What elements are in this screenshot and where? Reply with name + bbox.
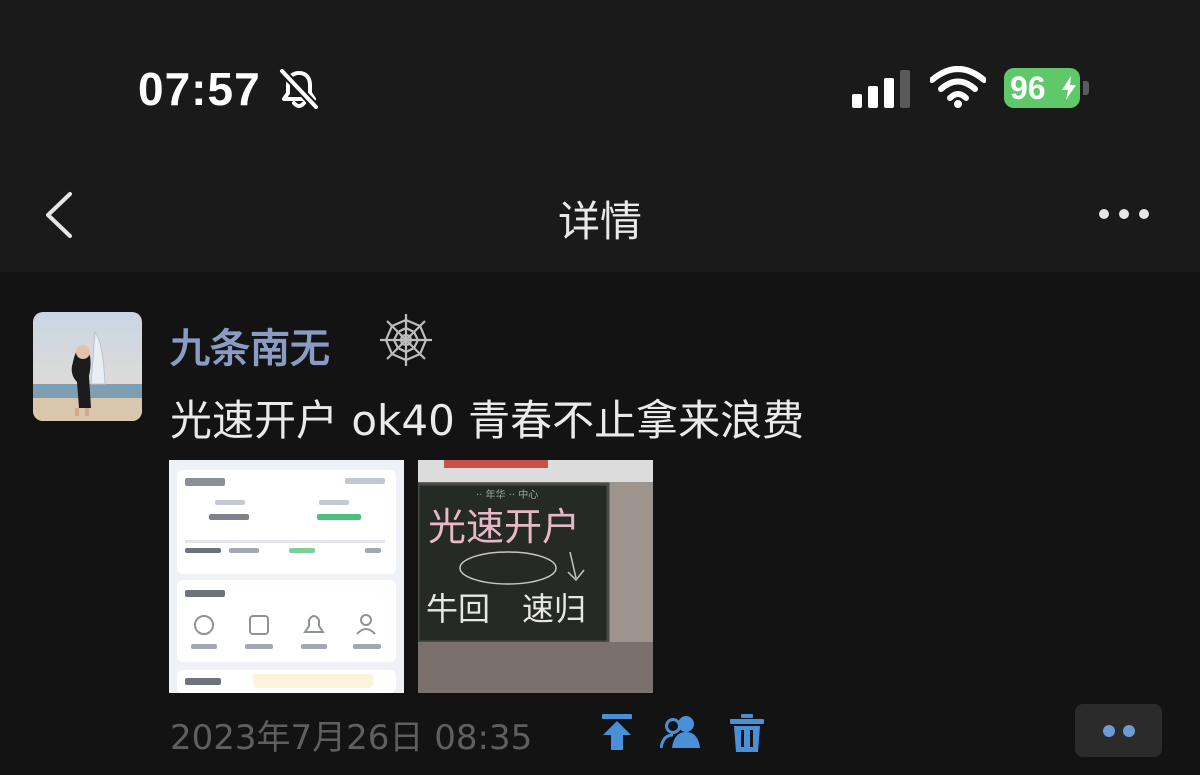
bell-slash-icon <box>279 68 319 110</box>
people-icon[interactable] <box>660 714 702 750</box>
chalkboard-photo-thumbnail: ·· 年华 ·· 中心 光速开户 牛回 速归 <box>418 460 653 693</box>
avatar[interactable] <box>33 312 142 421</box>
wifi-icon <box>930 66 986 108</box>
spider-web-icon <box>380 314 432 366</box>
more-dots-icon[interactable] <box>1098 204 1150 224</box>
charging-bolt-icon <box>1062 76 1076 100</box>
status-time: 07:57 <box>138 63 261 115</box>
status-bar: 07:57 96 <box>0 0 1200 160</box>
battery-level: 96 <box>1010 70 1046 106</box>
post-photo-2[interactable]: ·· 年华 ·· 中心 光速开户 牛回 速归 <box>418 460 653 693</box>
svg-text:·· 年华 ·· 中心: ·· 年华 ·· 中心 <box>476 488 538 501</box>
username[interactable]: 九条南无 <box>170 316 330 374</box>
trash-icon[interactable] <box>730 714 764 752</box>
post-detail: 九条南无 光速开户 ok40 青春不止拿来浪费 ·· 年华 ·· 中心 光速开户… <box>0 272 1200 775</box>
comment-dots-icon <box>1103 725 1135 737</box>
post-photo-1[interactable] <box>169 460 404 693</box>
page-title: 详情 <box>557 197 642 246</box>
app-screenshot-thumbnail <box>169 460 404 693</box>
signal-bars-icon <box>852 70 910 108</box>
nav-bar: 详情 <box>0 160 1200 272</box>
battery-tip <box>1083 81 1089 95</box>
battery-indicator: 96 <box>1004 68 1092 108</box>
post-timestamp: 2023年7月26日 08:35 <box>170 718 533 758</box>
comment-button[interactable] <box>1075 704 1162 757</box>
post-text: 光速开户 ok40 青春不止拿来浪费 <box>170 396 805 445</box>
chalk-text-line1: 光速开户 <box>428 505 580 549</box>
chalk-text-line2: 牛回 速归 <box>426 590 586 628</box>
pin-to-top-icon[interactable] <box>600 714 634 750</box>
